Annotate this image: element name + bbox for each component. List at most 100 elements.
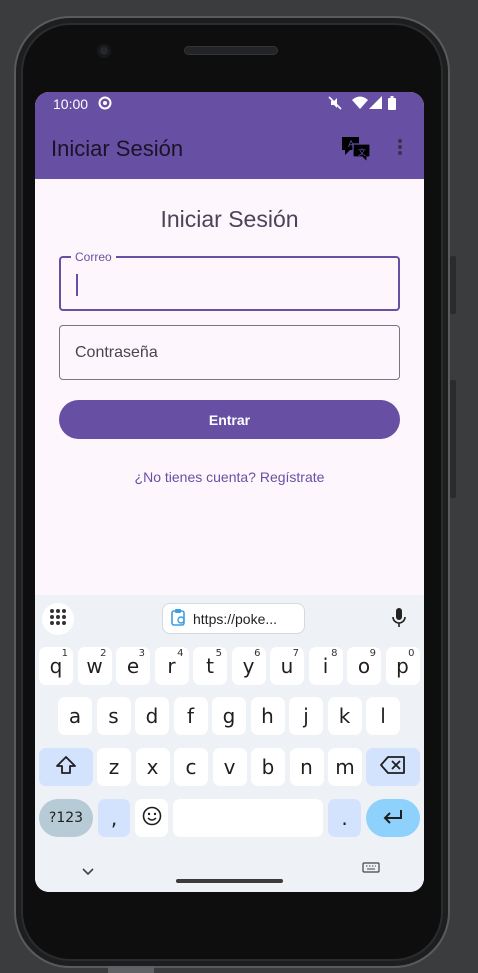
key-q[interactable]: q1 (39, 647, 73, 685)
key-o-label: o (357, 654, 371, 678)
page-title: Iniciar Sesión (160, 206, 299, 232)
more-options-icon[interactable] (397, 138, 403, 161)
microphone-icon[interactable] (392, 608, 406, 633)
email-field-label: Correo (71, 250, 116, 264)
key-s[interactable]: s (96, 697, 131, 735)
keyboard-apps-button[interactable] (42, 603, 74, 635)
enter-icon (382, 806, 404, 830)
power-button (450, 256, 456, 314)
key-l[interactable]: l (366, 697, 400, 735)
earpiece-speaker (184, 46, 278, 55)
login-button[interactable]: Entrar (59, 400, 400, 439)
key-d-label: d (145, 704, 159, 728)
key-f-label: f (186, 704, 195, 728)
key-o[interactable]: o9 (347, 647, 381, 685)
period-key[interactable]: . (328, 799, 361, 837)
key-a-label: a (68, 704, 82, 728)
clipboard-suggestion[interactable]: https://poke... (162, 603, 305, 634)
backspace-key[interactable] (366, 748, 420, 786)
symbols-key[interactable]: ?123 (39, 799, 93, 837)
key-v[interactable]: v (212, 748, 247, 786)
emoji-icon (142, 806, 162, 831)
translate-icon[interactable]: A 文 (340, 135, 372, 168)
key-m[interactable]: m (328, 748, 362, 786)
key-b-label: b (261, 755, 275, 779)
key-k[interactable]: k (327, 697, 362, 735)
status-bar: 10:00 (35, 92, 424, 116)
keyboard-toolbar: https://poke... (35, 595, 424, 641)
mute-icon (328, 96, 342, 113)
emoji-key[interactable] (135, 799, 168, 837)
email-field[interactable]: Correo (59, 250, 400, 311)
battery-icon (388, 96, 396, 113)
key-z[interactable]: z (97, 748, 131, 786)
key-r-hint: 4 (177, 648, 184, 659)
signal-icon (369, 96, 382, 112)
key-z-label: z (108, 755, 120, 779)
key-i-hint: 8 (331, 648, 338, 659)
backspace-icon (380, 755, 406, 779)
key-c-label: c (185, 755, 197, 779)
key-j-label: j (303, 704, 309, 728)
register-link[interactable]: ¿No tienes cuenta? Regístrate (35, 469, 424, 485)
enter-key[interactable] (366, 799, 420, 837)
svg-text:文: 文 (358, 147, 366, 157)
hide-keyboard-icon[interactable] (82, 863, 94, 881)
key-g[interactable]: g (212, 697, 246, 735)
key-h[interactable]: h (250, 697, 285, 735)
key-y-label: y (242, 654, 255, 678)
key-e-label: e (126, 654, 140, 678)
key-j[interactable]: j (289, 697, 323, 735)
key-p-label: p (396, 654, 409, 678)
soft-keyboard: https://poke... q1w2e3r4t5y6u7i8o9p0 asd… (35, 595, 424, 892)
clipboard-link-icon (171, 608, 187, 629)
key-t-hint: 5 (215, 648, 222, 659)
key-n[interactable]: n (289, 748, 324, 786)
device-screen: 10:00 Iniciar Sesión A 文 Iniciar Sesión … (35, 92, 424, 892)
key-a[interactable]: a (58, 697, 92, 735)
keyboard-switch-icon[interactable] (362, 861, 380, 879)
key-x[interactable]: x (135, 748, 170, 786)
key-p-hint: 0 (408, 648, 415, 659)
key-y[interactable]: y6 (231, 647, 266, 685)
app-bar: Iniciar Sesión A 文 (35, 116, 424, 179)
key-t-label: t (206, 654, 214, 678)
apps-grid-icon (49, 608, 67, 631)
key-x-label: x (146, 755, 159, 779)
front-camera (97, 44, 111, 58)
key-u-label: u (280, 654, 294, 678)
key-g-label: g (222, 704, 236, 728)
key-f[interactable]: f (173, 697, 208, 735)
key-p[interactable]: p0 (385, 647, 420, 685)
key-i[interactable]: i8 (308, 647, 343, 685)
volume-button (450, 380, 456, 498)
key-k-label: k (338, 704, 351, 728)
key-e[interactable]: e3 (116, 647, 150, 685)
key-y-hint: 6 (254, 648, 261, 659)
key-w-hint: 2 (100, 648, 107, 659)
clipboard-suggestion-text: https://poke... (193, 610, 278, 627)
key-v-label: v (223, 755, 236, 779)
password-field[interactable]: Contraseña (59, 325, 400, 380)
frame-notch (108, 966, 154, 973)
key-u[interactable]: u7 (270, 647, 304, 685)
comma-key[interactable]: , (98, 799, 130, 837)
key-t[interactable]: t5 (193, 647, 227, 685)
keyboard-nav-bar (35, 857, 424, 892)
status-time: 10:00 (53, 96, 89, 112)
svg-text:A: A (348, 140, 355, 150)
key-r[interactable]: r4 (154, 647, 189, 685)
wifi-icon (352, 96, 368, 113)
key-o-hint: 9 (369, 648, 376, 659)
shift-icon (55, 755, 77, 780)
gesture-nav-pill[interactable] (176, 879, 283, 883)
shift-key[interactable] (39, 748, 93, 786)
text-cursor (76, 274, 78, 296)
key-u-hint: 7 (292, 648, 299, 659)
key-d[interactable]: d (135, 697, 169, 735)
key-w[interactable]: w2 (77, 647, 112, 685)
key-q-label: q (49, 654, 63, 678)
key-c[interactable]: c (174, 748, 208, 786)
key-b[interactable]: b (251, 748, 285, 786)
space-key[interactable] (173, 799, 323, 837)
